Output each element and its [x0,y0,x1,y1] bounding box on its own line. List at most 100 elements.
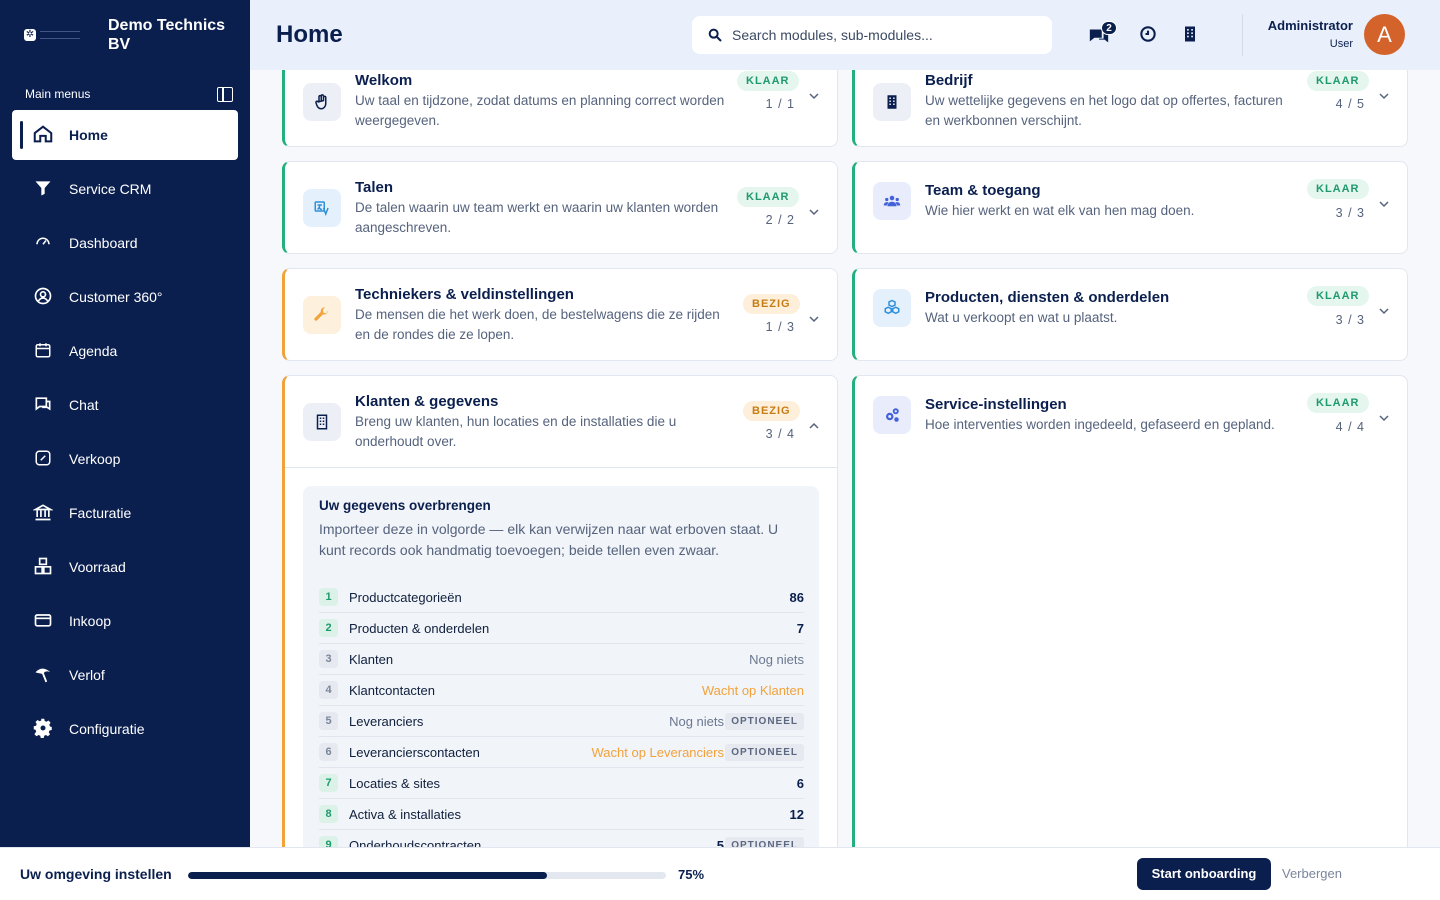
import-panel-description: Importeer deze in volgorde — elk kan ver… [319,521,779,558]
card-klanten[interactable]: Klanten & gegevens Breng uw klanten, hun… [282,375,838,847]
status-badge: KLAAR [1307,179,1369,199]
card-title: Welkom [355,72,413,89]
gear-icon [32,717,54,739]
sidebar-item-service-crm[interactable]: Service CRM [12,164,238,214]
sidebar-item-label: Inkoop [69,613,112,629]
start-onboarding-button[interactable]: Start onboarding [1137,858,1271,890]
import-step-producten[interactable]: 2 Producten & onderdelen 7 [319,613,804,644]
import-panel-title: Uw gegevens overbrengen [319,498,491,513]
sidebar-item-customer-360[interactable]: Customer 360° [12,272,238,322]
sidebar-item-verkoop[interactable]: Verkoop [12,434,238,484]
card-icon [32,609,54,631]
sidebar-item-configuratie[interactable]: Configuratie [12,704,238,754]
import-step-klanten[interactable]: 3 Klanten Nog niets [319,644,804,675]
sidebar-item-label: Configuratie [69,721,145,737]
company-logo: ✲ [24,22,84,48]
chevron-up-icon[interactable] [809,418,819,429]
sidebar-item-home[interactable]: Home [12,110,238,160]
clock-icon [1138,26,1158,48]
leave-icon [32,663,54,685]
avatar[interactable]: A [1364,14,1405,55]
step-number: 6 [319,743,338,761]
progress-count: 3 / 4 [765,427,795,441]
step-number: 5 [319,712,338,730]
sidebar-item-label: Service CRM [69,181,152,197]
chat-bubbles-icon [1088,29,1110,50]
sidebar-item-label: Chat [69,397,99,413]
step-value: 86 [789,590,804,605]
step-value: 12 [789,807,804,822]
step-name: Productcategorieën [349,590,462,605]
gauge-icon [32,231,54,253]
onboarding-progress-bar [188,872,666,879]
import-step-klantcontacten[interactable]: 4 Klantcontacten Wacht op Klanten [319,675,804,706]
sidebar-item-inkoop[interactable]: Inkoop [12,596,238,646]
sidebar-item-label: Verkoop [69,451,121,467]
hide-button[interactable]: Verbergen [1282,866,1342,881]
import-steps: 1 Productcategorieën 86 2 Producten & on… [319,582,804,847]
page-title: Home [276,21,343,48]
sidebar: ✲ Demo Technics BV Main menus Home Servi… [0,0,250,900]
divider [1242,14,1243,56]
chevron-down-icon[interactable] [809,88,819,100]
optional-badge: OPTIONEEL [725,713,804,730]
card-description: Hoe interventies worden ingedeeld, gefas… [925,417,1275,432]
sidebar-item-verlof[interactable]: Verlof [12,650,238,700]
step-name: Klantcontacten [349,683,436,698]
sidebar-item-agenda[interactable]: Agenda [12,326,238,376]
sidebar-item-chat[interactable]: Chat [12,380,238,430]
import-step-onderhoudscontracten[interactable]: 9 Onderhoudscontracten 5 OPTIONEEL [319,830,804,847]
card-title: Bedrijf [925,72,973,89]
card-techniekers[interactable]: Techniekers & veldinstellingen De mensen… [282,268,838,361]
search-input[interactable] [732,24,1032,46]
sidebar-item-facturatie[interactable]: Facturatie [12,488,238,538]
import-step-productcategorieen[interactable]: 1 Productcategorieën 86 [319,582,804,613]
step-name: Leveranciers [349,714,424,729]
step-value: Wacht op Klanten [701,683,804,698]
chevron-down-icon[interactable] [809,311,819,323]
company-name: Demo Technics BV [108,17,226,53]
card-description: De talen waarin uw team werkt en waarin … [355,200,719,235]
step-name: Klanten [349,652,394,667]
sidebar-item-label: Verlof [69,667,105,683]
cubes-icon [873,289,911,327]
step-number: 4 [319,681,338,699]
building-icon [1180,26,1200,48]
chevron-down-icon[interactable] [1379,410,1389,422]
card-description: Breng uw klanten, hun locaties en de ins… [355,414,677,449]
card-title: Talen [355,179,394,196]
chevron-down-icon[interactable] [1379,303,1389,315]
gears-icon [873,396,911,434]
users-icon [873,182,911,220]
card-bedrijf[interactable]: Bedrijf Uw wettelijke gegevens en het lo… [852,70,1408,147]
card-team[interactable]: Team & toegang Wie hier werkt en wat elk… [852,161,1408,254]
sidebar-toggle-icon[interactable] [217,87,233,102]
sidebar-item-dashboard[interactable]: Dashboard [12,218,238,268]
card-welkom[interactable]: Welkom Uw taal en tijdzone, zodat datums… [282,70,838,147]
onboarding-title: Uw omgeving instellen [20,866,172,882]
step-number: 3 [319,650,338,668]
sidebar-item-voorraad[interactable]: Voorraad [12,542,238,592]
card-talen[interactable]: Talen De talen waarin uw team werkt en w… [282,161,838,254]
step-value: Nog niets [749,652,804,667]
card-producten[interactable]: Producten, diensten & onderdelen Wat u v… [852,268,1408,361]
messages-button[interactable]: 2 [1088,21,1117,46]
import-step-activa[interactable]: 8 Activa & installaties 12 [319,799,804,830]
status-badge: KLAAR [1307,286,1369,306]
company-button[interactable] [1180,24,1202,46]
import-step-locaties[interactable]: 7 Locaties & sites 6 [319,768,804,799]
import-step-leveranciers[interactable]: 5 Leveranciers Nog niets OPTIONEEL [319,706,804,737]
card-service[interactable]: Service-instellingen Hoe interventies wo… [852,375,1408,847]
step-value: 6 [796,776,804,791]
translate-icon [303,189,341,227]
sidebar-item-label: Dashboard [69,235,138,251]
history-button[interactable] [1138,24,1160,46]
chevron-down-icon[interactable] [809,204,819,216]
calendar-icon [32,339,54,361]
import-step-leverancierscontacten[interactable]: 6 Leverancierscontacten Wacht op Leveran… [319,737,804,768]
step-number: 2 [319,619,338,637]
search-box [692,16,1052,54]
sidebar-item-label: Customer 360° [69,289,163,305]
chevron-down-icon[interactable] [1379,196,1389,208]
chevron-down-icon[interactable] [1379,88,1389,100]
